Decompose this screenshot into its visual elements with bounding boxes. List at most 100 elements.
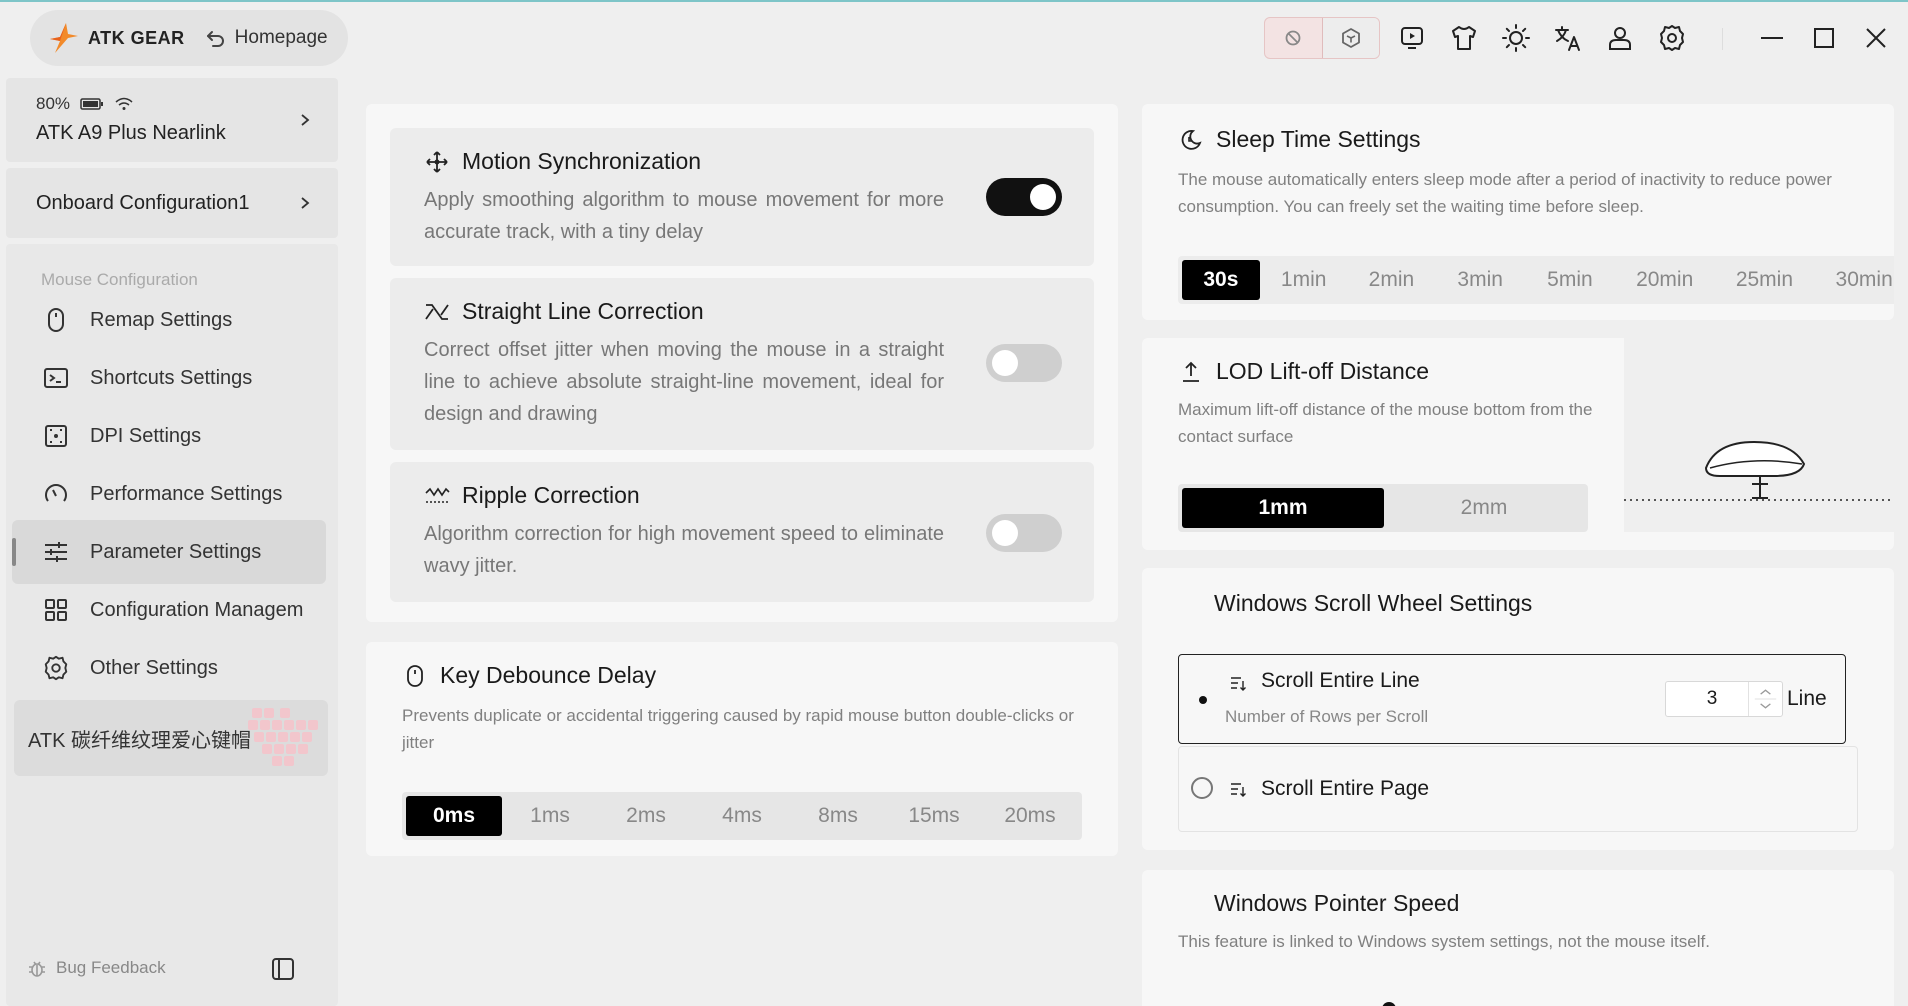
sidebar-item-dpi[interactable]: DPI Settings: [12, 404, 326, 468]
settings-button[interactable]: [1656, 18, 1688, 58]
debounce-card: Key Debounce Delay Prevents duplicate or…: [366, 642, 1118, 856]
toolbar-divider: [1722, 28, 1723, 50]
maximize-icon: [1814, 28, 1834, 48]
pointer-speed-slider-thumb[interactable]: [1382, 1002, 1396, 1006]
ripple-title: Ripple Correction: [424, 482, 640, 509]
language-button[interactable]: [1552, 18, 1584, 58]
correction-settings-card: Motion Synchronization Apply smoothing a…: [366, 104, 1118, 622]
lod-title: LOD Lift-off Distance: [1178, 358, 1429, 385]
pointer-title: Windows Pointer Speed: [1214, 890, 1460, 916]
bug-icon: [29, 961, 45, 977]
brand-pill[interactable]: ATK GEAR Homepage: [30, 10, 348, 66]
straight-line-toggle[interactable]: [986, 344, 1062, 382]
top-bar: ATK GEAR Homepage: [0, 2, 1908, 74]
sleep-label: Sleep Time Settings: [1216, 126, 1421, 152]
cube-button[interactable]: [1321, 18, 1379, 58]
scroll-page-option[interactable]: Scroll Entire Page: [1178, 746, 1858, 832]
minimize-button[interactable]: [1756, 18, 1788, 58]
sidebar-item-performance[interactable]: Performance Settings: [12, 462, 326, 526]
theme-button[interactable]: [1500, 18, 1532, 58]
sleep-option[interactable]: 20min: [1615, 260, 1715, 300]
sliders-icon: [42, 538, 70, 566]
device-card[interactable]: 80% ATK A9 Plus Nearlink: [6, 78, 338, 162]
skin-button[interactable]: [1448, 18, 1480, 58]
maximize-button[interactable]: [1808, 18, 1840, 58]
user-icon: [1609, 27, 1631, 50]
sleep-option[interactable]: 25min: [1715, 260, 1815, 300]
scroll-page-label: Scroll Entire Page: [1261, 777, 1430, 800]
debounce-option[interactable]: 0ms: [406, 796, 502, 836]
stepper-arrows-icon[interactable]: [1748, 682, 1782, 716]
sleep-option[interactable]: 30s: [1182, 260, 1260, 300]
battery-level: 80%: [36, 94, 71, 113]
nav-panel: Mouse Configuration Remap Settings Short…: [6, 244, 338, 1006]
onboard-config-label: Onboard Configuration1: [36, 191, 250, 214]
straight-line-label: Straight Line Correction: [462, 298, 704, 324]
debounce-option[interactable]: 8ms: [790, 796, 886, 836]
block-button[interactable]: [1265, 18, 1322, 58]
debounce-option[interactable]: 4ms: [694, 796, 790, 836]
lod-desc: Maximum lift-off distance of the mouse b…: [1178, 400, 1593, 446]
wireless-icon: [115, 97, 133, 110]
onboard-config-selector[interactable]: Onboard Configuration1: [6, 168, 338, 238]
rows-unit-label: Line: [1787, 687, 1827, 710]
debounce-option[interactable]: 2ms: [598, 796, 694, 836]
sleep-option[interactable]: 3min: [1435, 260, 1525, 300]
chevron-right-icon: [301, 197, 310, 209]
sidebar-item-other[interactable]: Other Settings: [12, 636, 326, 700]
close-icon: [1866, 28, 1886, 48]
translate-icon: [1555, 26, 1580, 51]
promo-banner[interactable]: ATK 碳纤维纹理爱心键帽: [14, 700, 328, 776]
homepage-link[interactable]: Homepage: [235, 27, 328, 49]
scroll-wheel-card: Windows Scroll Wheel Settings Scroll Ent…: [1142, 568, 1894, 850]
list-icon: [1231, 783, 1246, 797]
motion-sync-label: Motion Synchronization: [462, 148, 702, 174]
motion-sync-toggle[interactable]: [986, 178, 1062, 216]
block-icon: [1285, 30, 1301, 46]
debounce-title: Key Debounce Delay: [402, 662, 656, 689]
sleep-option[interactable]: 1min: [1260, 260, 1348, 300]
ripple-desc: Algorithm correction for high movement s…: [424, 523, 944, 577]
sidebar-item-label: DPI Settings: [90, 424, 202, 447]
sidebar-item-label: Shortcuts Settings: [90, 366, 253, 389]
sleep-option[interactable]: 2min: [1348, 260, 1436, 300]
rows-per-scroll-input[interactable]: 3: [1665, 681, 1783, 717]
sidebar-item-config-management[interactable]: Configuration Managem: [12, 578, 326, 642]
motion-sync-row: Motion Synchronization Apply smoothing a…: [390, 128, 1094, 266]
terminal-icon: [42, 364, 70, 392]
lod-illustration: [1624, 338, 1894, 532]
sidebar-item-remap[interactable]: Remap Settings: [12, 288, 326, 352]
sleep-desc: The mouse automatically enters sleep mod…: [1178, 170, 1832, 216]
tutorial-button[interactable]: [1396, 18, 1428, 58]
gear-icon: [42, 654, 70, 682]
promo-label: ATK 碳纤维纹理爱心键帽: [28, 729, 251, 752]
sleep-option[interactable]: 30min: [1814, 260, 1894, 300]
sidebar-item-label: Parameter Settings: [90, 540, 262, 563]
debounce-desc: Prevents duplicate or accidental trigger…: [402, 706, 1074, 752]
close-button[interactable]: [1860, 18, 1892, 58]
sidebar-item-parameter[interactable]: Parameter Settings: [12, 520, 326, 584]
move-arrows-icon: [424, 149, 450, 175]
sidebar-item-shortcuts[interactable]: Shortcuts Settings: [12, 346, 326, 410]
sleep-option[interactable]: 5min: [1525, 260, 1615, 300]
lod-option[interactable]: 1mm: [1182, 488, 1384, 528]
ripple-label: Ripple Correction: [462, 482, 640, 508]
lod-selector: 1mm 2mm: [1178, 484, 1588, 532]
debounce-option[interactable]: 1ms: [502, 796, 598, 836]
device-status: 80%: [36, 94, 338, 114]
sidebar-item-label: Configuration Managem: [90, 598, 304, 621]
debounce-option[interactable]: 20ms: [982, 796, 1078, 836]
window-controls: [1756, 18, 1892, 58]
ripple-toggle[interactable]: [986, 514, 1062, 552]
scroll-line-option[interactable]: Scroll Entire Line Number of Rows per Sc…: [1178, 654, 1846, 744]
bug-feedback-link[interactable]: Bug Feedback: [56, 958, 166, 978]
nav-section-title: Mouse Configuration: [41, 270, 198, 289]
motion-sync-title: Motion Synchronization: [424, 148, 701, 175]
lod-option[interactable]: 2mm: [1384, 488, 1584, 528]
lod-card: LOD Lift-off Distance Maximum lift-off d…: [1142, 338, 1894, 550]
panel-toggle-icon[interactable]: [270, 956, 296, 982]
list-icon: [1231, 677, 1246, 691]
keycap-image-icon: [248, 708, 318, 766]
account-button[interactable]: [1604, 18, 1636, 58]
debounce-option[interactable]: 15ms: [886, 796, 982, 836]
